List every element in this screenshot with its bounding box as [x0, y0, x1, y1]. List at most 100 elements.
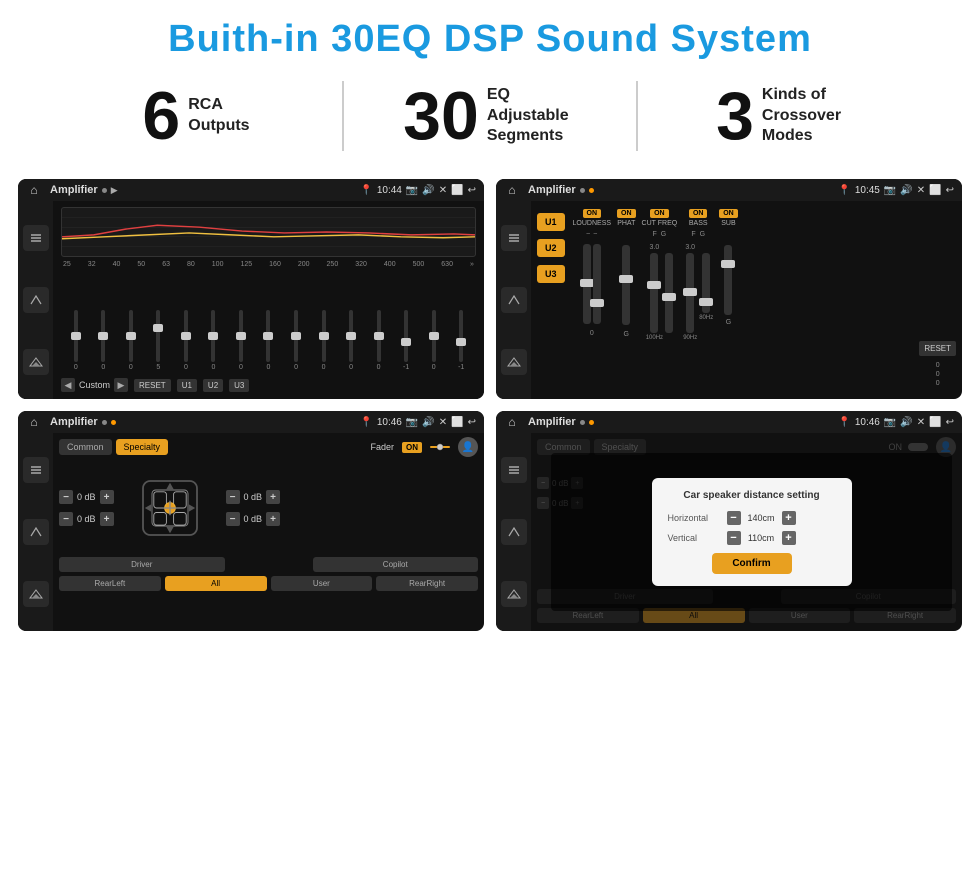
spk-plus-tr[interactable]: +: [266, 490, 280, 504]
fader-on-badge[interactable]: ON: [402, 442, 422, 453]
eq-slider-3[interactable]: 5: [146, 310, 172, 371]
sub-slider[interactable]: [724, 245, 732, 315]
loudness-on[interactable]: ON: [583, 209, 602, 218]
status-dot-3a: [102, 420, 107, 425]
freq-125: 125: [240, 261, 252, 268]
fader-label: Fader: [370, 442, 394, 452]
stat-rca: 6 RCAOutputs: [60, 82, 332, 150]
screen1-time: 10:44: [377, 185, 402, 196]
eq-sidebar: [18, 201, 53, 399]
phat-slider[interactable]: [622, 245, 630, 325]
eq-slider-12[interactable]: -1: [393, 310, 419, 371]
sub-on[interactable]: ON: [719, 209, 738, 218]
eq-slider-0[interactable]: 0: [63, 310, 89, 371]
tab-common[interactable]: Common: [59, 439, 112, 455]
home-icon-3[interactable]: ⌂: [26, 414, 42, 430]
channel-bass: ON BASS FG 3.0: [683, 209, 713, 341]
home-icon[interactable]: ⌂: [26, 182, 42, 198]
dlg-main: Common Specialty ON 👤 Driver Copilot: [531, 433, 962, 631]
bass-slider-f[interactable]: [686, 253, 694, 333]
next-button[interactable]: ▶: [114, 378, 128, 392]
cutfreq-slider-f[interactable]: [650, 253, 658, 333]
spk-plus-br[interactable]: +: [266, 512, 280, 526]
spk-minus-bl[interactable]: −: [59, 512, 73, 526]
dlg-sb-2[interactable]: [501, 519, 527, 545]
u3-btn[interactable]: U3: [537, 265, 565, 283]
reset-button[interactable]: RESET: [134, 379, 171, 392]
amp2-sb-1[interactable]: [501, 225, 527, 251]
home-icon-2[interactable]: ⌂: [504, 182, 520, 198]
dlg-sb-1[interactable]: [501, 457, 527, 483]
spk-minus-tl[interactable]: −: [59, 490, 73, 504]
freq-32: 32: [88, 261, 96, 268]
dialog-row-vertical: Vertical − 110cm +: [668, 531, 836, 545]
u1-button[interactable]: U1: [177, 379, 197, 392]
bass-slider-g[interactable]: [702, 253, 710, 313]
eq-slider-13[interactable]: 0: [421, 310, 447, 371]
avatar-icon[interactable]: 👤: [458, 437, 478, 457]
freq-100: 100: [212, 261, 224, 268]
freq-200: 200: [298, 261, 310, 268]
spk-minus-br[interactable]: −: [226, 512, 240, 526]
loudness-slider-r[interactable]: [593, 244, 601, 324]
eq-sidebar-btn-2[interactable]: [23, 287, 49, 313]
eq-slider-2[interactable]: 0: [118, 310, 144, 371]
rearleft-btn[interactable]: RearLeft: [59, 576, 161, 591]
phat-on[interactable]: ON: [617, 209, 636, 218]
horizontal-label: Horizontal: [668, 513, 723, 523]
eq-slider-14[interactable]: -1: [448, 310, 474, 371]
spk-plus-tl[interactable]: +: [100, 490, 114, 504]
vertical-plus[interactable]: +: [782, 531, 796, 545]
driver-btn[interactable]: Driver: [59, 557, 225, 572]
spk-minus-tr[interactable]: −: [226, 490, 240, 504]
freq-160: 160: [269, 261, 281, 268]
cutfreq-slider-g[interactable]: [665, 253, 673, 333]
stat-eq: 30 EQ AdjustableSegments: [354, 82, 626, 150]
screen4-title: Amplifier: [528, 416, 576, 428]
u3-button[interactable]: U3: [229, 379, 249, 392]
spk-sb-2[interactable]: [23, 519, 49, 545]
dlg-fader: ON: [889, 442, 903, 452]
all-btn[interactable]: All: [165, 576, 267, 591]
u1-btn[interactable]: U1: [537, 213, 565, 231]
u2-btn[interactable]: U2: [537, 239, 565, 257]
eq-slider-10[interactable]: 0: [338, 310, 364, 371]
amp2-reset-btn[interactable]: RESET: [919, 341, 956, 356]
dlg-sb-3[interactable]: [501, 581, 527, 607]
bass-on[interactable]: ON: [689, 209, 708, 218]
home-icon-4[interactable]: ⌂: [504, 414, 520, 430]
eq-sidebar-btn-3[interactable]: [23, 349, 49, 375]
sub-label: SUB: [721, 220, 735, 227]
spk-sb-3[interactable]: [23, 581, 49, 607]
horizontal-plus[interactable]: +: [782, 511, 796, 525]
copilot-btn[interactable]: Copilot: [313, 557, 479, 572]
u2-button[interactable]: U2: [203, 379, 223, 392]
eq-slider-8[interactable]: 0: [283, 310, 309, 371]
tab-specialty[interactable]: Specialty: [116, 439, 169, 455]
spk-sb-1[interactable]: [23, 457, 49, 483]
spk-plus-bl[interactable]: +: [100, 512, 114, 526]
eq-slider-11[interactable]: 0: [366, 310, 392, 371]
eq-slider-5[interactable]: 0: [201, 310, 227, 371]
rearright-btn[interactable]: RearRight: [376, 576, 478, 591]
screen3-time: 10:46: [377, 417, 402, 428]
eq-slider-7[interactable]: 0: [256, 310, 282, 371]
prev-button[interactable]: ◀: [61, 378, 75, 392]
dlg-sidebar: [496, 433, 531, 631]
bass-label: BASS: [689, 220, 708, 227]
loudness-slider-l[interactable]: [583, 244, 591, 324]
eq-sliders: 0 0 0 5 0: [61, 270, 476, 371]
vertical-minus[interactable]: −: [727, 531, 741, 545]
close-icon-3: ✕: [439, 417, 447, 428]
amp2-sb-2[interactable]: [501, 287, 527, 313]
cutfreq-on[interactable]: ON: [650, 209, 669, 218]
horizontal-minus[interactable]: −: [727, 511, 741, 525]
eq-slider-4[interactable]: 0: [173, 310, 199, 371]
eq-slider-1[interactable]: 0: [91, 310, 117, 371]
confirm-button[interactable]: Confirm: [712, 553, 792, 574]
eq-slider-9[interactable]: 0: [311, 310, 337, 371]
eq-sidebar-btn-1[interactable]: [23, 225, 49, 251]
eq-slider-6[interactable]: 0: [228, 310, 254, 371]
amp2-sb-3[interactable]: [501, 349, 527, 375]
user-btn[interactable]: User: [271, 576, 373, 591]
